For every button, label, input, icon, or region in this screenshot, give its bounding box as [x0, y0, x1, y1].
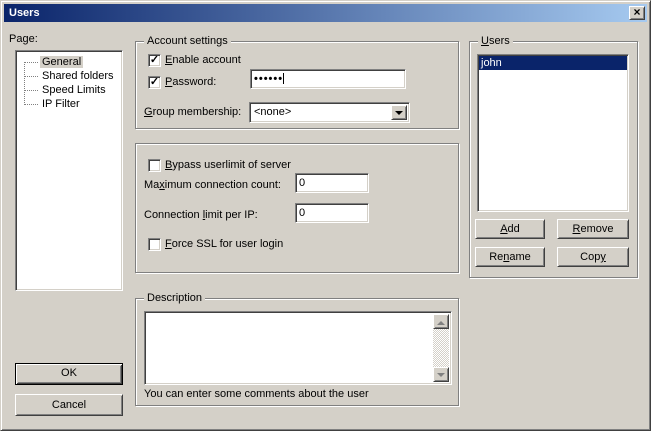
scroll-up-icon	[437, 317, 445, 325]
force-ssl-label[interactable]: Force SSL for user login	[165, 238, 283, 251]
rename-button[interactable]: Rename	[475, 247, 545, 267]
password-checkbox[interactable]: ✓	[148, 76, 161, 89]
scroll-down-button[interactable]	[433, 367, 449, 382]
group-title-description: Description	[144, 291, 205, 305]
users-listbox[interactable]: john	[477, 54, 629, 212]
cancel-button[interactable]: Cancel	[15, 394, 123, 416]
chevron-down-icon	[395, 111, 403, 119]
tree-item-shared-folders[interactable]: Shared folders	[16, 69, 122, 83]
group-title-account-settings: Account settings	[144, 34, 231, 48]
enable-account-label[interactable]: Enable account	[165, 54, 241, 67]
users-dialog-window: Users × Page: General Shared folders Spe…	[0, 0, 651, 431]
close-icon: ×	[633, 5, 640, 19]
scroll-down-icon	[437, 373, 445, 381]
max-connection-count-label: Maximum connection count:	[144, 179, 281, 192]
description-hint: You can enter some comments about the us…	[144, 388, 369, 401]
description-scrollbar[interactable]	[433, 314, 449, 382]
enable-account-checkbox[interactable]: ✓	[148, 54, 161, 67]
text-caret	[283, 73, 284, 84]
group-membership-dropdown[interactable]: <none>	[249, 102, 410, 123]
add-button[interactable]: Add	[475, 219, 545, 239]
bypass-userlimit-checkbox[interactable]	[148, 159, 161, 172]
description-textarea[interactable]	[144, 311, 452, 385]
groupbox-users: Users john Add Remove Rename Copy	[469, 41, 638, 278]
groupbox-account-settings: Account settings ✓ Enable account ✓ Pass…	[135, 41, 459, 129]
password-input[interactable]: ••••••	[250, 69, 406, 89]
password-label[interactable]: Password:	[165, 76, 216, 89]
groupbox-description: Description You can enter some comments …	[135, 298, 459, 406]
force-ssl-checkbox[interactable]	[148, 238, 161, 251]
copy-button[interactable]: Copy	[557, 247, 629, 267]
connection-limit-per-ip-label: Connection limit per IP:	[144, 209, 258, 222]
tree-item-general[interactable]: General	[16, 55, 122, 69]
checkmark-icon: ✓	[150, 54, 159, 66]
titlebar[interactable]: Users ×	[4, 4, 647, 22]
tree-item-ip-filter[interactable]: IP Filter	[16, 97, 122, 111]
group-membership-label: Group membership:	[144, 106, 241, 119]
window-title: Users	[9, 7, 40, 19]
connection-limit-per-ip-input[interactable]: 0	[295, 203, 369, 223]
dropdown-arrow-button[interactable]	[391, 105, 407, 120]
checkmark-icon: ✓	[150, 76, 159, 88]
max-connection-count-input[interactable]: 0	[295, 173, 369, 193]
group-title-users: Users	[478, 34, 513, 48]
scroll-up-button[interactable]	[433, 314, 449, 329]
ok-button[interactable]: OK	[15, 363, 123, 385]
remove-button[interactable]: Remove	[557, 219, 629, 239]
page-tree[interactable]: General Shared folders Speed Limits IP F…	[15, 50, 123, 291]
groupbox-connection-settings: Bypass userlimit of server Maximum conne…	[135, 143, 459, 273]
page-label: Page:	[9, 33, 38, 46]
user-list-item[interactable]: john	[479, 56, 627, 70]
bypass-userlimit-label[interactable]: Bypass userlimit of server	[165, 159, 291, 172]
close-button[interactable]: ×	[629, 6, 645, 20]
group-membership-value: <none>	[250, 103, 409, 122]
tree-item-speed-limits[interactable]: Speed Limits	[16, 83, 122, 97]
